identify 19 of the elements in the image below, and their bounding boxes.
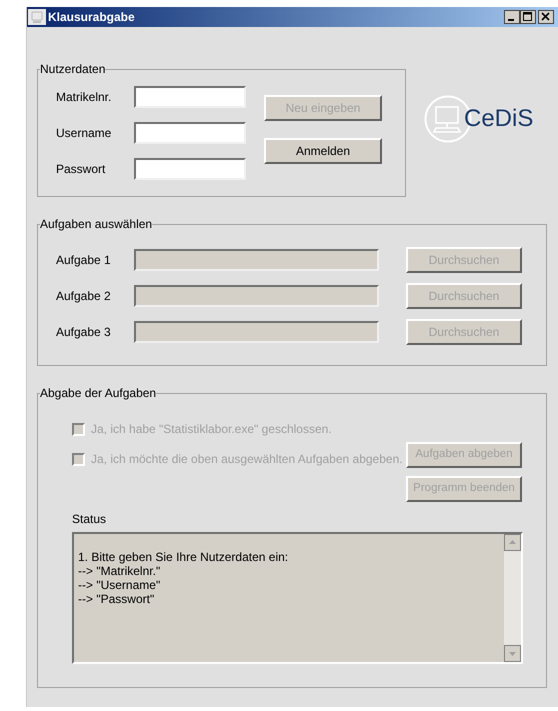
status-line: --> "Matrikelnr." — [78, 564, 162, 578]
field-label: Aufgabe 1 — [56, 252, 112, 269]
field-label: Passwort — [56, 161, 106, 178]
field-label: Aufgabe 3 — [56, 324, 112, 341]
field-label: Matrikelnr. — [56, 89, 112, 106]
status-line: --> "Username" — [78, 578, 162, 592]
login-button[interactable]: Anmelden — [264, 138, 382, 164]
group-label: Abgabe der Aufgaben — [40, 385, 156, 402]
window-title: Klausurabgabe — [48, 9, 135, 26]
status-line: --> "Passwort" — [78, 592, 156, 606]
logo-text: CeDiS — [464, 104, 534, 134]
checkbox-label: Ja, ich möchte die oben ausgewählten Aufgaben abgeben. — [91, 451, 403, 468]
field-label: Aufgabe 2 — [56, 288, 112, 305]
group-label: Aufgaben auswählen — [40, 216, 152, 233]
group-label: Nutzerdaten — [40, 61, 106, 78]
status-label: Status — [72, 511, 108, 528]
field-label: Username — [56, 125, 112, 142]
status-line: 1. Bitte geben Sie Ihre Nutzerdaten ein: — [78, 550, 290, 564]
checkbox-label: Ja, ich habe "Statistiklabor.exe" geschlossen. — [91, 421, 332, 438]
